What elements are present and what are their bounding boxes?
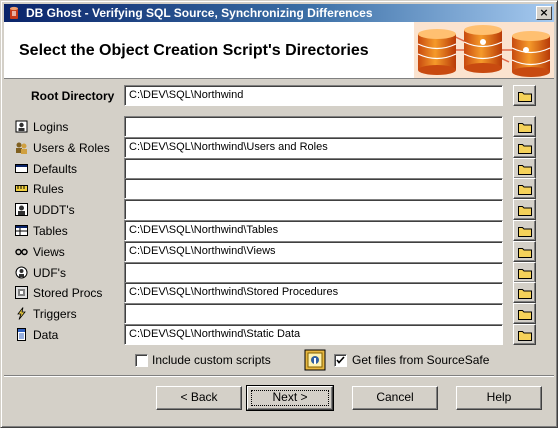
sourcesafe-icon [304, 349, 326, 371]
db-ghost-app-icon [10, 6, 18, 19]
folder-icon [518, 123, 532, 133]
logins-icon [15, 120, 28, 133]
users-roles-directory-field[interactable]: C:\DEV\SQL\Northwind\Users and Roles [124, 137, 503, 158]
stored-procs-label: Stored Procs [15, 285, 102, 301]
rules-directory-field[interactable] [124, 178, 503, 199]
table-icon [15, 225, 28, 236]
udf-s-label: UDF's [15, 265, 66, 281]
include-custom-scripts-label: Include custom scripts [152, 353, 271, 367]
udf-s-directory-field[interactable] [124, 262, 503, 283]
udf-s-label-text: UDF's [33, 266, 66, 280]
views-label: Views [15, 244, 65, 260]
tables-label: Tables [15, 223, 68, 239]
help-button[interactable]: Help [456, 386, 542, 410]
rules-label-text: Rules [33, 182, 64, 196]
users-roles-browse-button[interactable] [513, 137, 536, 158]
folder-icon [518, 165, 532, 175]
logins-directory-field[interactable] [124, 116, 503, 137]
window-title: DB Ghost - Verifying SQL Source, Synchro… [26, 6, 373, 20]
database-sync-logo [414, 22, 554, 78]
uddt-s-label-text: UDDT's [33, 203, 75, 217]
folder-icon [518, 185, 532, 195]
triggers-browse-button[interactable] [513, 303, 536, 324]
folder-icon [518, 227, 532, 237]
views-label-text: Views [33, 245, 65, 259]
cancel-button[interactable]: Cancel [352, 386, 438, 410]
stored-procs-directory-field[interactable]: C:\DEV\SQL\Northwind\Stored Procedures [124, 282, 503, 303]
include-custom-scripts-checkbox[interactable] [135, 354, 148, 367]
logins-label: Logins [15, 119, 68, 135]
uddt-icon [15, 203, 28, 216]
folder-icon [518, 310, 532, 320]
users-roles-label-text: Users & Roles [33, 141, 110, 155]
views-directory-field[interactable]: C:\DEV\SQL\Northwind\Views [124, 241, 503, 262]
folder-icon [518, 92, 532, 102]
defaults-label: Defaults [15, 161, 77, 177]
root-directory-label: Root Directory [31, 89, 115, 103]
folder-icon [518, 206, 532, 216]
stored-procs-label-text: Stored Procs [33, 286, 103, 300]
footer-divider [4, 375, 554, 377]
back-button[interactable]: < Back [156, 386, 242, 410]
stored-procs-browse-button[interactable] [513, 282, 536, 303]
uddt-s-browse-button[interactable] [513, 199, 536, 220]
tables-directory-field[interactable]: C:\DEV\SQL\Northwind\Tables [124, 220, 503, 241]
folder-icon [518, 248, 532, 258]
page-title: Select the Object Creation Script's Dire… [19, 42, 369, 59]
folder-icon [518, 269, 532, 279]
data-icon [17, 328, 26, 341]
root-directory-field[interactable]: C:\DEV\SQL\Northwind [124, 85, 503, 106]
users-roles-icon [16, 142, 27, 154]
tables-browse-button[interactable] [513, 220, 536, 241]
triggers-directory-field[interactable] [124, 303, 503, 324]
triggers-label-text: Triggers [33, 307, 77, 321]
folder-icon [518, 289, 532, 299]
rules-icon [15, 185, 28, 192]
folder-icon [518, 331, 532, 341]
next-button[interactable]: Next > [246, 385, 334, 411]
get-from-sourcesafe-label: Get files from SourceSafe [352, 353, 490, 367]
logins-browse-button[interactable] [513, 116, 536, 137]
users-roles-label: Users & Roles [15, 140, 110, 156]
title-bar[interactable]: DB Ghost - Verifying SQL Source, Synchro… [4, 4, 554, 22]
uddt-s-label: UDDT's [15, 202, 75, 218]
views-icon [15, 248, 28, 256]
triggers-label: Triggers [15, 306, 77, 322]
defaults-icon [15, 164, 28, 173]
folder-icon [518, 144, 532, 154]
views-browse-button[interactable] [513, 241, 536, 262]
close-button[interactable]: × [536, 6, 552, 20]
data-browse-button[interactable] [513, 324, 536, 345]
triggers-icon [17, 307, 26, 320]
root-browse-button[interactable] [513, 85, 536, 106]
wizard-header: Select the Object Creation Script's Dire… [4, 22, 554, 79]
data-directory-field[interactable]: C:\DEV\SQL\Northwind\Static Data [124, 324, 503, 345]
udf-icon [15, 266, 28, 279]
dialog-window: DB Ghost - Verifying SQL Source, Synchro… [0, 0, 558, 428]
tables-label-text: Tables [33, 224, 68, 238]
stored-procs-icon [15, 286, 28, 299]
defaults-directory-field[interactable] [124, 158, 503, 179]
rules-browse-button[interactable] [513, 178, 536, 199]
data-label: Data [15, 327, 58, 343]
udf-s-browse-button[interactable] [513, 262, 536, 283]
get-from-sourcesafe-checkbox[interactable] [334, 354, 347, 367]
uddt-s-directory-field[interactable] [124, 199, 503, 220]
rules-label: Rules [15, 181, 64, 197]
defaults-browse-button[interactable] [513, 158, 536, 179]
logins-label-text: Logins [33, 120, 69, 134]
defaults-label-text: Defaults [33, 162, 78, 176]
checkmark-icon [336, 356, 345, 364]
data-label-text: Data [33, 328, 59, 342]
